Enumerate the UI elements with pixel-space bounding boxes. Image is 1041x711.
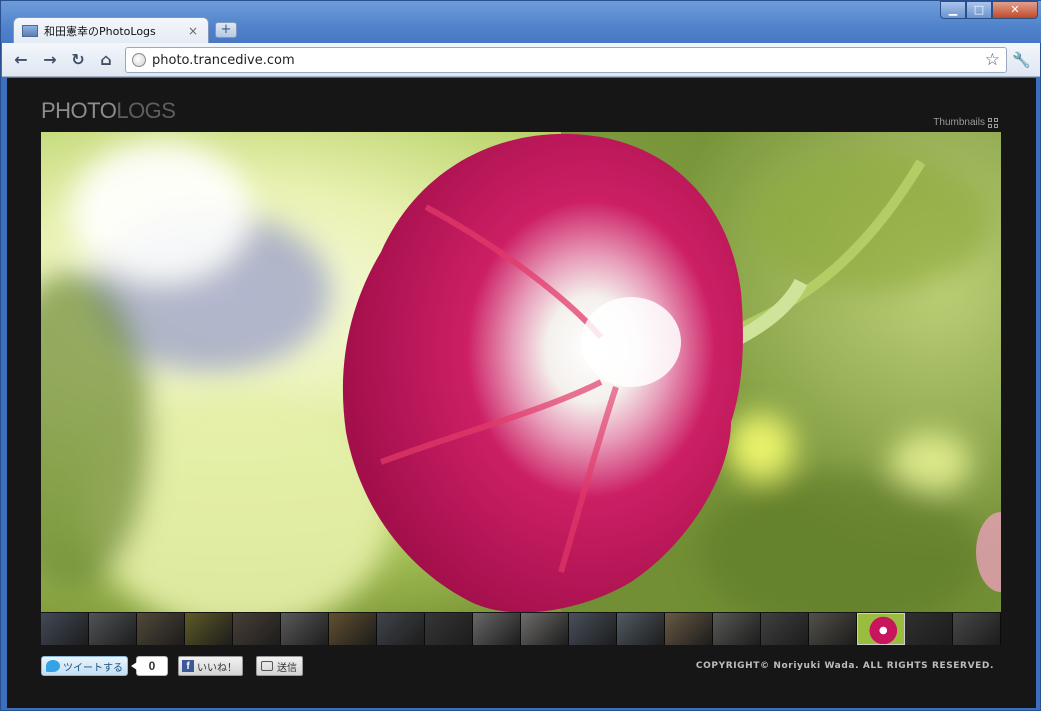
bookmark-star-icon[interactable]: ☆ (985, 50, 1000, 70)
thumbnail-item[interactable] (953, 613, 1001, 645)
copyright-text: COPYRIGHT© Noriyuki Wada. ALL RIGHTS RES… (695, 661, 994, 671)
thumbnail-item[interactable] (185, 613, 233, 645)
thumbnail-item[interactable] (329, 613, 377, 645)
send-label: 送信 (277, 662, 297, 674)
tab-title: 和田憲幸のPhotoLogs (44, 25, 156, 38)
thumbnail-item[interactable] (713, 613, 761, 645)
tweet-button[interactable]: ツイートする (41, 656, 128, 676)
thumbnail-item[interactable] (569, 613, 617, 645)
thumbnail-item[interactable] (857, 613, 905, 645)
main-photo[interactable] (41, 132, 1001, 612)
address-bar[interactable]: photo.trancedive.com ☆ (125, 47, 1007, 73)
grid-icon (988, 117, 998, 128)
thumbnail-item[interactable] (905, 613, 953, 645)
tweet-label: ツイートする (63, 662, 123, 674)
thumbnail-item[interactable] (761, 613, 809, 645)
logo-photo: PHOTO (41, 98, 117, 123)
thumbnails-label: Thumbnails (933, 117, 985, 128)
thumbnail-item[interactable] (41, 613, 89, 645)
thumbnail-item[interactable] (809, 613, 857, 645)
thumbnail-item[interactable] (281, 613, 329, 645)
tweet-count: 0 (131, 656, 168, 676)
facebook-send-button[interactable]: 送信 (256, 656, 303, 676)
thumbnail-item[interactable] (377, 613, 425, 645)
thumbnail-item[interactable] (425, 613, 473, 645)
thumbnail-item[interactable] (233, 613, 281, 645)
twitter-bird-icon (46, 660, 60, 672)
browser-toolbar: ← → ↻ ⌂ photo.trancedive.com ☆ 🔧 (2, 43, 1040, 77)
thumbnail-item[interactable] (617, 613, 665, 645)
thumbnail-item[interactable] (665, 613, 713, 645)
new-tab-button[interactable]: + (215, 22, 237, 38)
browser-window: 和田憲幸のPhotoLogs × + ▁ □ ✕ ← → ↻ ⌂ photo.t… (0, 0, 1041, 711)
reload-icon[interactable]: ↻ (69, 51, 87, 69)
forward-arrow-icon[interactable]: → (41, 51, 59, 69)
logo-logs: LOGS (116, 98, 176, 123)
thumbnail-item[interactable] (521, 613, 569, 645)
minimize-button[interactable]: ▁ (940, 1, 966, 19)
close-window-button[interactable]: ✕ (992, 1, 1038, 19)
page-content: PHOTOLOGS Thumbnails ツイートする 0 f いいね！ 送信 … (7, 78, 1036, 708)
tab-close-icon[interactable]: × (186, 24, 200, 38)
maximize-button[interactable]: □ (966, 1, 992, 19)
url-text[interactable]: photo.trancedive.com (152, 53, 295, 68)
thumbnail-strip (41, 613, 1001, 645)
thumbnail-item[interactable] (473, 613, 521, 645)
facebook-like-button[interactable]: f いいね！ (178, 656, 243, 676)
browser-tab[interactable]: 和田憲幸のPhotoLogs × (13, 17, 209, 44)
title-bar: 和田憲幸のPhotoLogs × + ▁ □ ✕ (1, 1, 1041, 44)
social-buttons: ツイートする 0 f いいね！ 送信 (41, 656, 303, 676)
window-controls: ▁ □ ✕ (940, 1, 1038, 19)
home-icon[interactable]: ⌂ (97, 51, 115, 69)
like-label: いいね！ (197, 662, 237, 674)
thumbnail-item[interactable] (89, 613, 137, 645)
thumbnail-item[interactable] (137, 613, 185, 645)
site-logo[interactable]: PHOTOLOGS (41, 98, 176, 124)
globe-icon (132, 53, 146, 67)
speech-bubble-icon (261, 661, 273, 671)
back-arrow-icon[interactable]: ← (12, 51, 30, 69)
favicon-icon (22, 25, 38, 37)
thumbnails-link[interactable]: Thumbnails (933, 117, 998, 128)
wrench-icon[interactable]: 🔧 (1012, 51, 1031, 69)
facebook-icon: f (182, 660, 194, 672)
